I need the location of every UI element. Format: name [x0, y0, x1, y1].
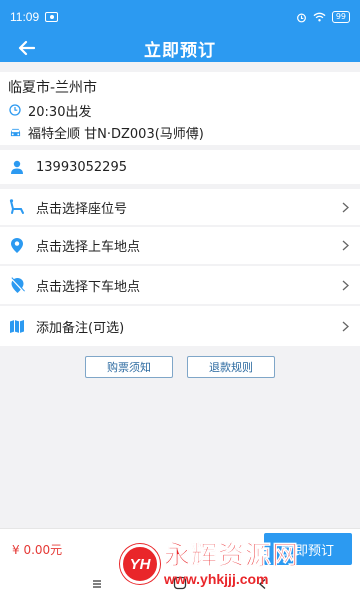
status-indicators: 99 — [296, 11, 350, 23]
total-price: ¥ 0.00元 — [12, 543, 63, 557]
refund-rules-button[interactable]: 退款规则 — [187, 356, 275, 378]
wifi-icon — [313, 12, 326, 22]
pickup-select-label: 点击选择上车地点 — [36, 240, 141, 255]
location-pin-icon — [8, 237, 26, 255]
chevron-right-icon — [342, 200, 352, 214]
person-icon — [8, 158, 26, 176]
phone-number: 13993052295 — [36, 159, 127, 175]
page-title: 立即预订 — [144, 40, 216, 61]
remark-label: 添加备注(可选) — [36, 320, 125, 336]
order-footer: ¥ 0.00元 立即预订 — [0, 528, 360, 568]
car-icon — [8, 125, 22, 139]
info-buttons: 购票须知 退款规则 — [0, 356, 360, 378]
seat-select-label: 点击选择座位号 — [36, 201, 128, 217]
arrow-left-icon — [18, 40, 35, 56]
departure-time: 20:30出发 — [28, 104, 92, 120]
chevron-right-icon — [342, 319, 352, 333]
chevron-right-icon — [342, 278, 352, 292]
seat-icon — [8, 198, 26, 216]
pickup-select-row[interactable]: 点击选择上车地点 — [0, 227, 360, 264]
alarm-icon — [296, 13, 306, 22]
back-button[interactable] — [14, 37, 38, 59]
location-off-icon — [8, 276, 26, 294]
status-bar: 11:09 99 — [0, 0, 360, 34]
trip-route: 临夏市-兰州市 — [8, 80, 98, 96]
dropoff-select-row[interactable]: 点击选择下车地点 — [0, 266, 360, 304]
vehicle-line: 福特全顺 甘N·DZ003(马师傅) — [8, 121, 352, 143]
nav-back-icon[interactable] — [257, 575, 269, 594]
recent-apps-icon[interactable] — [91, 575, 103, 594]
dropoff-select-label: 点击选择下车地点 — [36, 279, 141, 295]
clock-icon — [8, 103, 22, 117]
chevron-right-icon — [342, 239, 352, 253]
vehicle-info: 福特全顺 甘N·DZ003(马师傅) — [28, 126, 204, 142]
app-bar: 立即预订 — [0, 34, 360, 62]
map-icon — [8, 317, 26, 335]
book-now-button[interactable]: 立即预订 — [264, 533, 352, 565]
battery-icon: 99 — [331, 11, 350, 23]
ticket-notice-button[interactable]: 购票须知 — [85, 356, 173, 378]
status-time: 11:09 — [10, 10, 40, 24]
phone-row[interactable]: 13993052295 — [0, 150, 360, 184]
remark-row[interactable]: 添加备注(可选) — [0, 306, 360, 346]
trip-info-card: 临夏市-兰州市 20:30出发 福特全顺 甘N·DZ003(马师傅) — [0, 72, 360, 145]
seat-select-row[interactable]: 点击选择座位号 — [0, 189, 360, 225]
system-nav-bar — [0, 568, 360, 600]
home-icon[interactable] — [173, 575, 187, 594]
departure-line: 20:30出发 — [8, 99, 352, 121]
notification-icon — [45, 12, 59, 22]
